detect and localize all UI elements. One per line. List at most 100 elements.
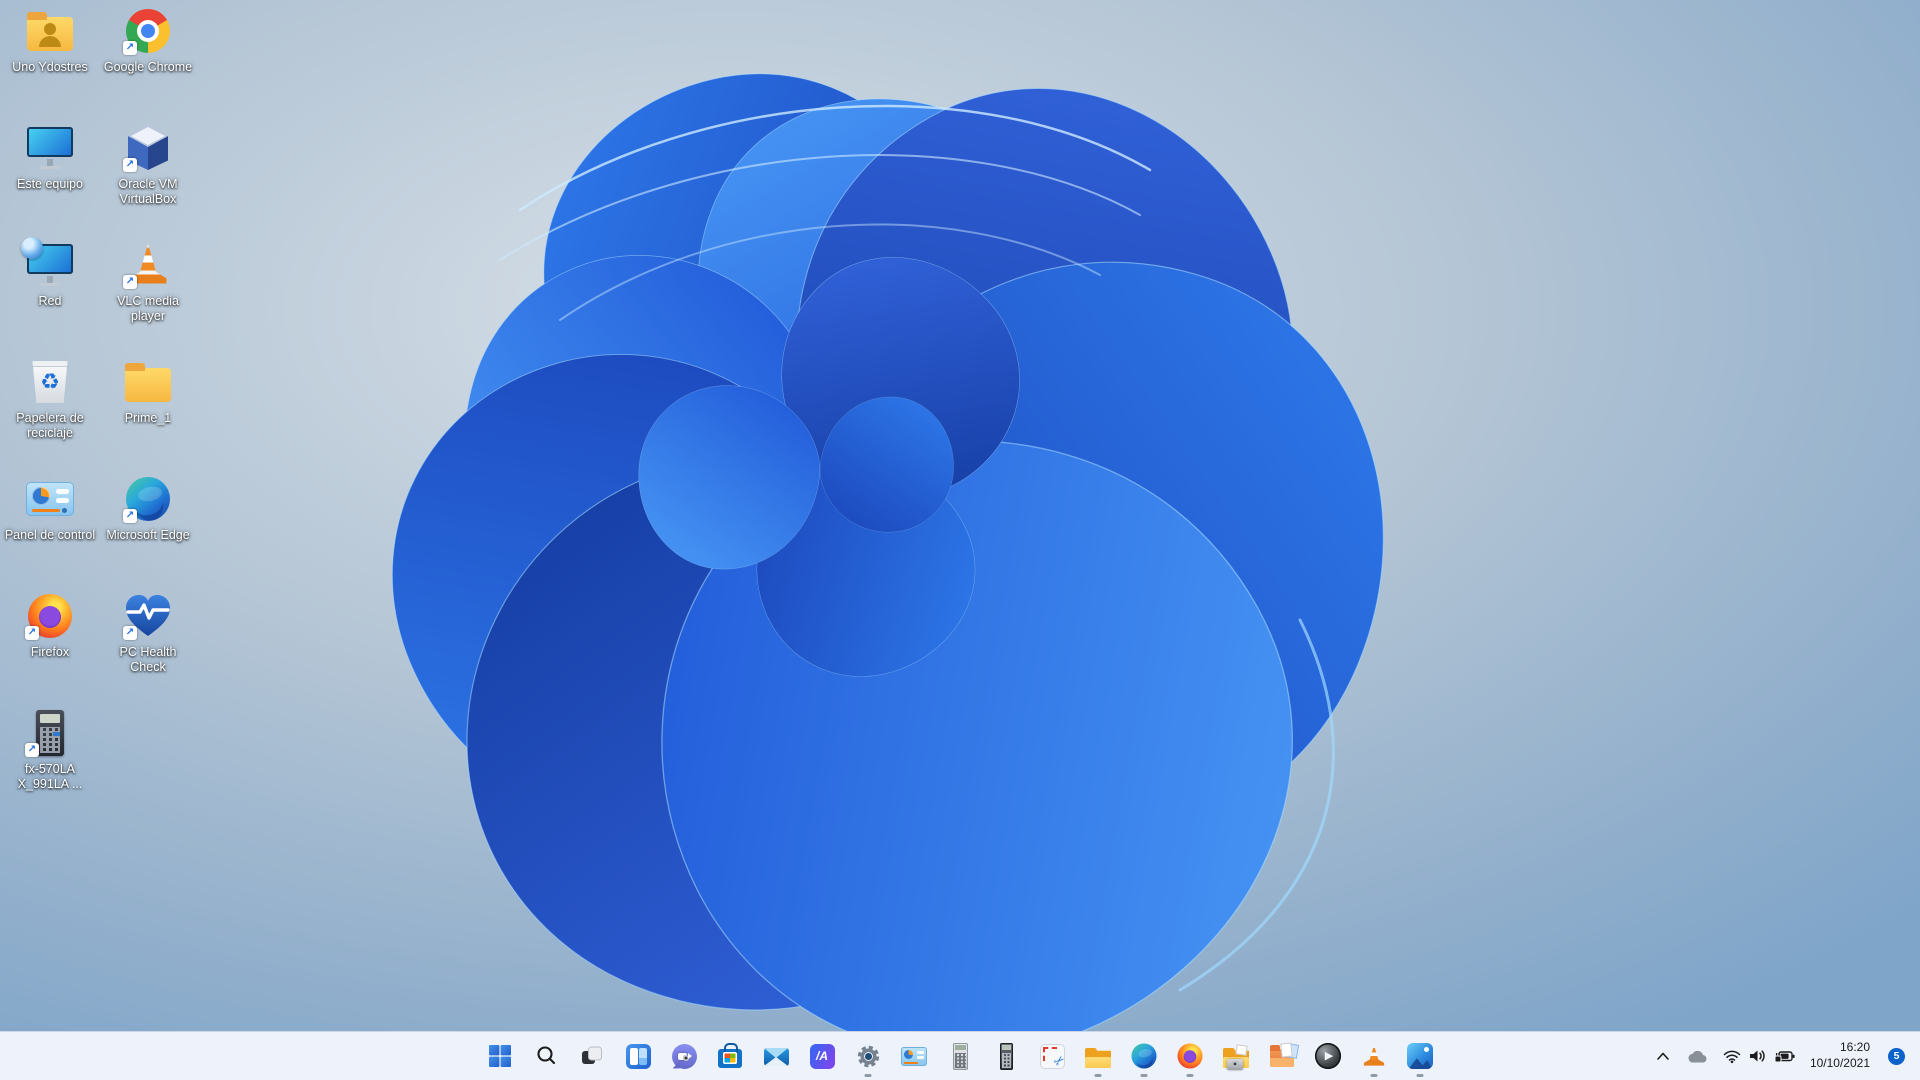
shortcut-arrow-icon: ↗ [123, 275, 137, 289]
person-silhouette [27, 17, 73, 51]
desktop-icon-pc-health-check[interactable]: ↗ PC Health Check [100, 591, 196, 708]
play-glyph: ▶ [1324, 1049, 1334, 1062]
running-indicator [1186, 1074, 1194, 1077]
desktop-icon-red[interactable]: Red [2, 237, 98, 357]
taskbar-calculator-fx-button[interactable] [984, 1034, 1028, 1078]
file-explorer-icon [1085, 1047, 1111, 1068]
desktop-icon-label: Uno Ydostres [12, 60, 88, 74]
desktop-icon-label: VLC media player [117, 294, 179, 323]
documents-folder-icon [1270, 1042, 1300, 1067]
folder-icon [123, 357, 173, 407]
video-camera-glyph [677, 1052, 689, 1061]
desktop-icon-prime-1[interactable]: Prime_1 [100, 357, 196, 474]
desktop-icon-label: Microsoft Edge [106, 528, 190, 542]
taskbar-mail-button[interactable] [754, 1034, 798, 1078]
control-panel-icon [25, 474, 75, 524]
clock-time: 16:20 [1839, 1040, 1870, 1055]
photos-icon [1407, 1043, 1433, 1069]
onedrive-cloud-icon [1688, 1050, 1707, 1062]
desktop[interactable]: Uno Ydostres ↗ Google Chrome Este equipo… [0, 0, 1920, 1080]
shortcut-arrow-icon: ↗ [25, 743, 39, 757]
this-pc-icon [25, 123, 75, 173]
desktop-icon-firefox[interactable]: ↗ Firefox [2, 591, 98, 708]
desktop-icon-fx-570la[interactable]: ↗ fx-570LA X_991LA ... [2, 708, 98, 825]
running-indicator [1094, 1074, 1102, 1077]
desktop-icon-microsoft-edge[interactable]: ↗ Microsoft Edge [100, 474, 196, 591]
edge-icon: ↗ [123, 474, 173, 524]
calculator-classic-icon [952, 1042, 968, 1070]
desktop-icon-label: VirtualBox [119, 191, 177, 206]
scissors-glyph: ✂ [1049, 1050, 1068, 1070]
taskbar-search-button[interactable] [524, 1034, 568, 1078]
taskbar: /A ✂ ▶ 16:20 10/10/2021 5 [0, 1031, 1920, 1080]
desktop-icon-uno-ydostres[interactable]: Uno Ydostres [2, 6, 98, 123]
taskbar-vlc-button[interactable] [1352, 1034, 1396, 1078]
tray-clock[interactable]: 16:20 10/10/2021 [1807, 1038, 1873, 1073]
volume-icon [1749, 1050, 1765, 1062]
windows-start-icon [489, 1045, 511, 1067]
desktop-icon-vlc[interactable]: ↗ VLC media player [100, 240, 196, 357]
chrome-icon: ↗ [123, 6, 173, 56]
virtualbox-icon: ↗ [123, 123, 173, 173]
chevron-up-icon [1657, 1052, 1669, 1060]
desktop-icon-label: Papelera de [16, 411, 84, 425]
desktop-icon-label: fx-570LA [24, 762, 75, 776]
taskbar-photos-button[interactable] [1398, 1034, 1442, 1078]
taskbar-documents-folder-button[interactable] [1260, 1034, 1304, 1078]
taskbar-app-a-button[interactable]: /A [800, 1034, 844, 1078]
taskbar-chat-button[interactable] [662, 1034, 706, 1078]
desktop-icon-virtualbox[interactable]: ↗ Oracle VM VirtualBox [100, 123, 196, 240]
tray-network-volume-battery-button[interactable] [1719, 1046, 1799, 1066]
taskbar-snipping-tool-button[interactable]: ✂ [1030, 1034, 1074, 1078]
tray-notifications-button[interactable]: 5 [1881, 1046, 1908, 1067]
desktop-icon-papelera[interactable]: ♻ Papelera de reciclaje [2, 357, 98, 474]
mail-icon [763, 1048, 789, 1066]
globe-icon [21, 237, 43, 259]
taskbar-firefox-button[interactable] [1168, 1034, 1212, 1078]
shortcut-arrow-icon: ↗ [25, 626, 39, 640]
user-folder-icon [25, 6, 75, 56]
desktop-icon-label: Este equipo [16, 177, 84, 191]
vlc-cone-icon: ↗ [123, 240, 173, 290]
taskbar-microsoft-store-button[interactable] [708, 1034, 752, 1078]
shortcut-arrow-icon: ↗ [123, 41, 137, 55]
photo-glyph [1235, 1043, 1248, 1056]
desktop-icon-label: Firefox [30, 645, 70, 659]
wifi-icon [1723, 1050, 1741, 1064]
tray-onedrive-button[interactable] [1683, 1047, 1711, 1066]
taskbar-settings-button[interactable] [846, 1034, 890, 1078]
taskbar-widgets-button[interactable] [616, 1034, 660, 1078]
taskbar-calculator-classic-button[interactable] [938, 1034, 982, 1078]
pc-health-check-icon: ↗ [123, 591, 173, 641]
desktop-icon-label: Red [38, 294, 62, 308]
notification-badge: 5 [1888, 1047, 1905, 1065]
desktop-icon-label: Prime_1 [124, 411, 172, 425]
app-a-icon: /A [809, 1043, 835, 1069]
desktop-icon-panel-de-control[interactable]: Panel de control [2, 474, 98, 591]
desktop-icon-este-equipo[interactable]: Este equipo [2, 123, 98, 240]
desktop-icon-google-chrome[interactable]: ↗ Google Chrome [100, 6, 196, 123]
desktop-icon-label: Panel de control [4, 528, 96, 542]
task-view-icon [582, 1046, 602, 1064]
taskbar-file-explorer-button[interactable] [1076, 1034, 1120, 1078]
taskbar-edge-button[interactable] [1122, 1034, 1166, 1078]
taskbar-task-view-button[interactable] [570, 1034, 614, 1078]
snipping-tool-icon: ✂ [1039, 1043, 1068, 1069]
fx-calculator-icon: ↗ [25, 708, 75, 758]
tray-hidden-icons-button[interactable] [1651, 1046, 1675, 1066]
taskbar-media-player-button[interactable]: ▶ [1306, 1034, 1350, 1078]
gear-icon [857, 1045, 879, 1067]
desktop-icon-label: PC Health Check [119, 645, 177, 674]
wallpaper-bloom [0, 0, 1920, 1032]
taskbar-start-button[interactable] [478, 1034, 522, 1078]
running-indicator [1370, 1074, 1378, 1077]
control-panel-icon [901, 1046, 927, 1066]
desktop-icon-label: reciclaje [27, 425, 73, 440]
edge-icon [1131, 1043, 1157, 1069]
taskbar-control-panel-button[interactable] [892, 1034, 936, 1078]
running-indicator [864, 1074, 872, 1077]
firefox-icon [1177, 1043, 1203, 1069]
chat-icon [671, 1043, 697, 1069]
taskbar-camera-folder-button[interactable] [1214, 1034, 1258, 1078]
running-indicator [1140, 1074, 1148, 1077]
